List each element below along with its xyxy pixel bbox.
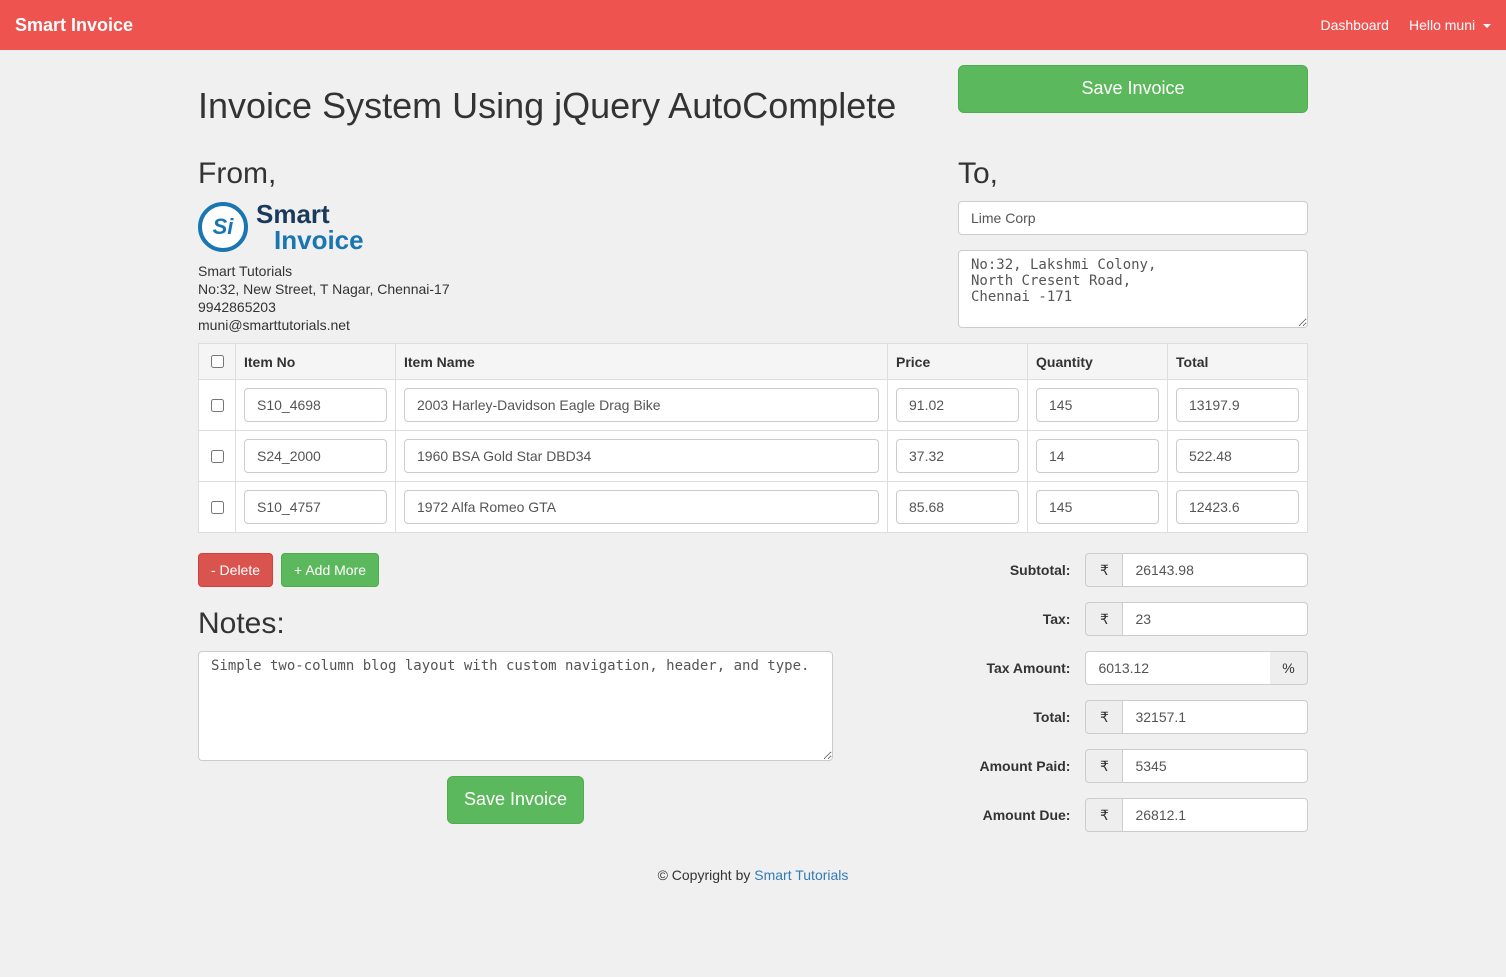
notes-heading: Notes: <box>198 607 833 641</box>
header-total: Total <box>1168 344 1308 380</box>
notes-textarea[interactable]: Simple two-column blog layout with custo… <box>198 651 833 761</box>
item-no-input[interactable] <box>244 388 387 422</box>
nav-dashboard-link[interactable]: Dashboard <box>1320 17 1389 33</box>
tax-amount-label: Tax Amount: <box>863 660 1085 676</box>
save-invoice-button-bottom[interactable]: Save Invoice <box>447 776 584 824</box>
logo-text: Smart Invoice <box>256 201 364 253</box>
logo-icon: Si <box>198 202 248 252</box>
from-phone: 9942865203 <box>198 299 928 315</box>
amount-due-input[interactable] <box>1123 798 1307 832</box>
price-input[interactable] <box>896 490 1019 524</box>
client-address-input[interactable]: No:32, Lakshmi Colony, North Cresent Roa… <box>958 250 1308 328</box>
total-input[interactable] <box>1176 388 1299 422</box>
logo-text-bottom: Invoice <box>256 227 364 253</box>
price-input[interactable] <box>896 388 1019 422</box>
amount-due-label: Amount Due: <box>863 807 1085 823</box>
totals-panel: Subtotal: ₹ Tax: ₹ Tax Amount: <box>863 553 1308 832</box>
footer: © Copyright by Smart Tutorials <box>198 847 1308 903</box>
amount-paid-label: Amount Paid: <box>863 758 1085 774</box>
from-company: Smart Tutorials <box>198 263 928 279</box>
from-address: No:32, New Street, T Nagar, Chennai-17 <box>198 281 928 297</box>
percent-icon: % <box>1270 651 1308 685</box>
header-price: Price <box>888 344 1028 380</box>
quantity-input[interactable] <box>1036 388 1159 422</box>
currency-icon: ₹ <box>1085 700 1123 734</box>
total-label: Total: <box>863 709 1085 725</box>
item-name-input[interactable] <box>404 388 879 422</box>
header-item-no: Item No <box>236 344 396 380</box>
currency-icon: ₹ <box>1085 798 1123 832</box>
item-name-input[interactable] <box>404 439 879 473</box>
caret-down-icon <box>1483 24 1491 28</box>
page-title: Invoice System Using jQuery AutoComplete <box>198 85 928 127</box>
currency-icon: ₹ <box>1085 749 1123 783</box>
nav-user-dropdown[interactable]: Hello muni <box>1409 17 1491 33</box>
currency-icon: ₹ <box>1085 602 1123 636</box>
company-logo: Si Smart Invoice <box>198 201 928 253</box>
table-row <box>199 482 1308 533</box>
client-name-input[interactable] <box>958 201 1308 235</box>
table-row <box>199 380 1308 431</box>
header-checkbox-cell <box>199 344 236 380</box>
quantity-input[interactable] <box>1036 490 1159 524</box>
item-no-input[interactable] <box>244 490 387 524</box>
navbar: Smart Invoice Dashboard Hello muni <box>0 0 1506 50</box>
from-info: Smart Tutorials No:32, New Street, T Nag… <box>198 263 928 333</box>
add-more-button[interactable]: + Add More <box>281 553 379 587</box>
total-input[interactable] <box>1123 700 1307 734</box>
table-row <box>199 431 1308 482</box>
row-checkbox[interactable] <box>211 501 224 514</box>
from-heading: From, <box>198 157 928 191</box>
delete-button[interactable]: - Delete <box>198 553 273 587</box>
logo-text-top: Smart <box>256 201 364 227</box>
tax-label: Tax: <box>863 611 1085 627</box>
currency-icon: ₹ <box>1085 553 1123 587</box>
save-invoice-button-top[interactable]: Save Invoice <box>958 65 1308 113</box>
amount-paid-input[interactable] <box>1123 749 1307 783</box>
subtotal-label: Subtotal: <box>863 562 1085 578</box>
item-no-input[interactable] <box>244 439 387 473</box>
navbar-nav: Dashboard Hello muni <box>1320 17 1491 33</box>
to-heading: To, <box>958 157 1308 191</box>
tax-input[interactable] <box>1123 602 1307 636</box>
total-input[interactable] <box>1176 490 1299 524</box>
navbar-brand[interactable]: Smart Invoice <box>15 15 133 36</box>
nav-user-label: Hello muni <box>1409 17 1475 33</box>
subtotal-input[interactable] <box>1123 553 1307 587</box>
price-input[interactable] <box>896 439 1019 473</box>
items-table: Item No Item Name Price Quantity Total <box>198 343 1308 533</box>
header-quantity: Quantity <box>1028 344 1168 380</box>
footer-prefix: © Copyright by <box>658 867 755 883</box>
tax-amount-input[interactable] <box>1085 651 1269 685</box>
row-checkbox[interactable] <box>211 450 224 463</box>
select-all-checkbox[interactable] <box>211 355 224 368</box>
row-checkbox[interactable] <box>211 399 224 412</box>
header-item-name: Item Name <box>396 344 888 380</box>
total-input[interactable] <box>1176 439 1299 473</box>
footer-link[interactable]: Smart Tutorials <box>754 867 848 883</box>
item-name-input[interactable] <box>404 490 879 524</box>
quantity-input[interactable] <box>1036 439 1159 473</box>
from-email: muni@smarttutorials.net <box>198 317 928 333</box>
